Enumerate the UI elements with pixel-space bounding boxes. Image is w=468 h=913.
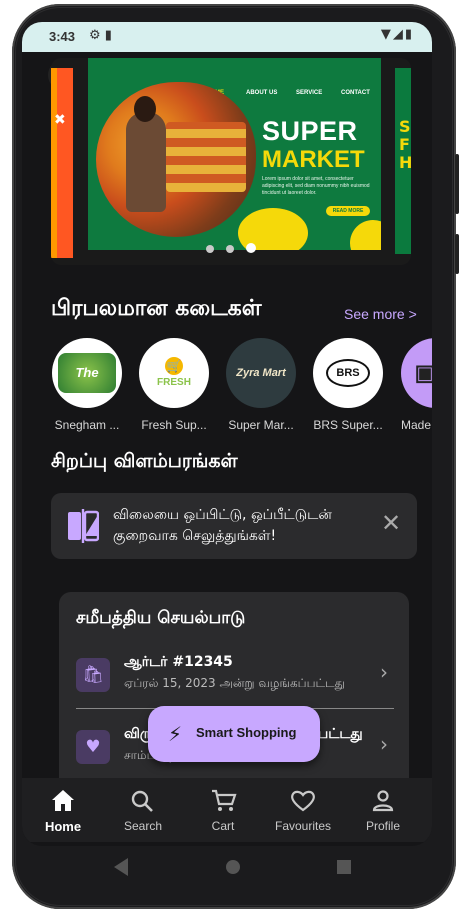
cart-icon: 🛒 <box>165 357 183 375</box>
bottom-navigation: Home Search Cart Favourites Profile <box>22 778 432 842</box>
store-item[interactable]: BRS BRS Super... <box>309 338 387 432</box>
status-time: 3:43 <box>49 29 76 44</box>
bolt-icon: ⚡ <box>168 722 183 746</box>
banner-title-super: SUPER <box>262 116 358 146</box>
close-mark-icon: ✖ <box>54 112 66 128</box>
brs-logo: BRS <box>326 359 370 387</box>
shopping-bag-icon: 🛍 <box>76 658 110 692</box>
banner-slide-next[interactable]: SFH <box>395 68 411 254</box>
banner-body-text: Lorem ipsum dolor sit amet, consectetuer… <box>262 176 370 196</box>
store-item[interactable]: 🛒 FRESH Fresh Sup... <box>135 338 213 432</box>
fresh-logo-text: FRESH <box>157 377 191 388</box>
banner-nav-contact: CONTACT <box>341 90 370 96</box>
home-scroll-content[interactable]: ✖ HOME ABOUT US SERVICE CONTACT SUPER MA… <box>22 52 432 778</box>
banner-carousel[interactable]: ✖ HOME ABOUT US SERVICE CONTACT SUPER MA… <box>51 58 411 265</box>
signal-icon: ◢ <box>392 27 405 42</box>
power-button <box>455 234 459 274</box>
banner-slide-previous[interactable]: ✖ <box>51 68 73 258</box>
app-screen: 3:43 ⚙ ▮ ▼◢▮ ✖ HOME ABOUT US SERVICE CON… <box>22 22 432 846</box>
store-name: Fresh Sup... <box>141 418 207 432</box>
store-name: Super Mar... <box>228 418 294 432</box>
banner-nav-service: SERVICE <box>296 90 323 96</box>
compare-icon <box>68 509 99 543</box>
home-icon <box>52 790 74 811</box>
battery-icon: ▮ <box>404 27 414 42</box>
cart-icon <box>212 789 237 811</box>
see-more-link[interactable]: See more > <box>344 306 417 322</box>
store-name: BRS Super... <box>313 418 383 432</box>
nav-label: Cart <box>211 819 235 833</box>
system-home-icon[interactable] <box>226 860 240 874</box>
store-logo: ▣ <box>401 338 432 408</box>
popular-stores-title: பிரபலமான கடைகள் <box>51 296 262 321</box>
zyra-mart-logo: Zyra Mart <box>226 338 296 408</box>
banner-title-market: MARKET <box>262 146 365 173</box>
nav-label: Home <box>44 819 82 834</box>
store-item[interactable]: The Green Snegham ... <box>48 338 126 432</box>
nav-label: Profile <box>365 819 400 833</box>
store-name: Snegham ... <box>54 418 120 432</box>
banner-shopper-photo <box>96 82 256 237</box>
banner-read-more-button[interactable]: READ MORE <box>326 206 370 216</box>
system-recents-icon[interactable] <box>337 860 351 874</box>
carousel-indicator <box>51 238 411 257</box>
banner-slide-current[interactable]: HOME ABOUT US SERVICE CONTACT SUPER MARK… <box>88 58 381 250</box>
volume-button <box>455 154 459 214</box>
activity-item-title: ஆர்டர் #12345 <box>124 654 233 670</box>
system-navigation-bar <box>22 846 432 888</box>
store-name: Made <box>401 418 432 432</box>
fresh-logo: 🛒 FRESH <box>157 357 191 389</box>
heart-icon: ♥ <box>76 730 110 764</box>
store-logo: The Green <box>52 338 122 408</box>
system-back-icon[interactable] <box>114 858 128 876</box>
recent-activity-title: சமீபத்திய செயல்பாடு <box>76 608 246 628</box>
promo-text: விலையை ஒப்பிட்டு, ஒப்பீட்டுடன் குறைவாக ச… <box>113 507 332 544</box>
store-item[interactable]: Zyra Mart Super Mar... <box>222 338 300 432</box>
smart-shopping-label: Smart Shopping <box>196 725 297 740</box>
activity-item[interactable]: 🛍 ஆர்டர் #12345 ஏப்ரல் 15, 2023 அன்று வழ… <box>76 654 394 708</box>
shopper-head <box>134 96 156 122</box>
nav-search[interactable]: Search <box>102 778 184 842</box>
nav-home[interactable]: Home <box>22 778 104 842</box>
person-icon <box>372 790 394 812</box>
banner-nav-about: ABOUT US <box>246 90 278 96</box>
smart-shopping-button[interactable]: ⚡ Smart Shopping <box>148 706 320 762</box>
carousel-dot-active[interactable] <box>246 243 256 253</box>
store-logo: 🛒 FRESH <box>139 338 209 408</box>
nav-profile[interactable]: Profile <box>342 778 424 842</box>
nav-favourites[interactable]: Favourites <box>262 778 344 842</box>
heart-icon <box>291 790 315 812</box>
store-item[interactable]: ▣ Made <box>396 338 432 432</box>
store-front-icon: ▣ <box>414 360 432 385</box>
carousel-dot[interactable] <box>206 245 214 253</box>
carousel-dot[interactable] <box>226 245 234 253</box>
status-icons-left: ⚙ ▮ <box>89 28 112 43</box>
search-icon <box>131 790 153 812</box>
chevron-right-icon: › <box>380 660 388 684</box>
slide-edge-stripe <box>51 68 73 258</box>
the-green-logo: The Green <box>58 353 116 408</box>
nav-cart[interactable]: Cart <box>182 778 264 842</box>
fruit-shelf <box>166 122 246 192</box>
special-offers-title: சிறப்பு விளம்பரங்கள் <box>51 450 238 472</box>
gear-icon: ⚙ <box>89 28 101 43</box>
nav-label: Favourites <box>274 819 332 833</box>
store-logo: BRS <box>313 338 383 408</box>
close-icon[interactable]: ✕ <box>381 511 401 535</box>
wifi-icon: ▼ <box>380 27 393 42</box>
next-slide-letters: SFH <box>399 117 411 172</box>
shopper-figure <box>126 112 166 212</box>
sim-card-icon: ▮ <box>104 28 112 43</box>
nav-label: Search <box>123 819 163 833</box>
compare-price-promo[interactable]: விலையை ஒப்பிட்டு, ஒப்பீட்டுடன் குறைவாக ச… <box>51 493 417 559</box>
chevron-right-icon: › <box>380 732 388 756</box>
status-icons-right: ▼◢▮ <box>381 27 414 42</box>
activity-item-subtitle: ஏப்ரல் 15, 2023 அன்று வழங்கப்பட்டது <box>124 676 346 690</box>
status-bar: 3:43 ⚙ ▮ ▼◢▮ <box>22 22 432 52</box>
